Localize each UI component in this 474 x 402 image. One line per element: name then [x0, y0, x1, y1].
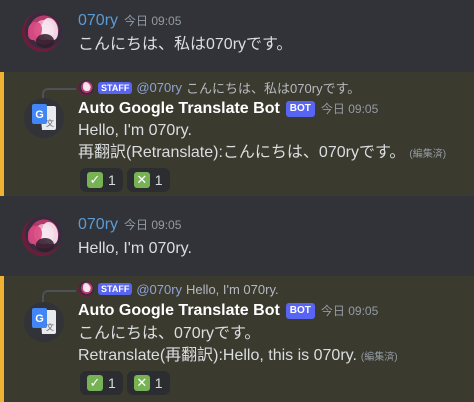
reply-text: Hello, I'm 070ry.: [186, 281, 279, 297]
check-mark-icon: ✓: [87, 375, 103, 391]
staff-badge: STAFF: [98, 283, 133, 295]
translation-text: こんにちは、070ryです。: [78, 325, 261, 342]
message-user-2: 070ry 今日 09:05 Hello, I'm 070ry.: [0, 204, 474, 274]
svg-text:文: 文: [46, 118, 54, 128]
bot-avatar[interactable]: G 文: [24, 98, 64, 138]
bot-badge: BOT: [285, 101, 315, 117]
message-text: こんにちは、私は070ryです。: [78, 36, 293, 53]
user-avatar[interactable]: [22, 216, 62, 256]
reaction-count: 1: [108, 172, 116, 188]
reaction-cross[interactable]: ✕ 1: [126, 371, 170, 395]
user-avatar[interactable]: [22, 12, 62, 52]
timestamp: 今日 09:05: [124, 14, 182, 28]
edited-label: (編集済): [360, 352, 398, 363]
reactions: ✓ 1 ✕ 1: [80, 168, 170, 192]
check-mark-icon: ✓: [87, 172, 103, 188]
message-bot-1: STAFF @070ry こんにちは、私は070ryです。 G 文 Auto G…: [0, 72, 474, 196]
author-name[interactable]: Auto Google Translate Bot: [78, 302, 280, 319]
reply-connector: [42, 290, 76, 302]
reaction-check[interactable]: ✓ 1: [80, 168, 123, 192]
edited-label: (編集済): [409, 149, 447, 160]
reaction-count: 1: [108, 375, 116, 391]
retranslate-line: 再翻訳(Retranslate):こんにちは、070ryです。: [78, 144, 406, 161]
author-name[interactable]: Auto Google Translate Bot: [78, 100, 280, 117]
reactions: ✓ 1 ✕ 1: [80, 371, 170, 395]
reply-preview[interactable]: STAFF @070ry こんにちは、私は070ryです。: [78, 78, 360, 97]
message-bot-2: STAFF @070ry Hello, I'm 070ry. G 文 Auto …: [0, 276, 474, 402]
cross-mark-icon: ✕: [133, 172, 150, 188]
svg-text:G: G: [35, 109, 44, 121]
author-name[interactable]: 070ry: [78, 216, 118, 233]
bot-badge: BOT: [285, 303, 315, 319]
timestamp: 今日 09:05: [320, 102, 379, 116]
timestamp: 今日 09:05: [124, 218, 182, 232]
svg-text:文: 文: [46, 322, 54, 332]
retranslate-line: Retranslate(再翻訳):Hello, this is 070ry.: [78, 347, 357, 364]
reply-avatar: [78, 79, 94, 96]
reaction-cross[interactable]: ✕ 1: [126, 168, 170, 192]
author-name[interactable]: 070ry: [78, 12, 118, 29]
message-text: Hello, I'm 070ry.: [78, 240, 192, 257]
cross-mark-icon: ✕: [133, 375, 150, 391]
reaction-count: 1: [154, 172, 163, 188]
staff-badge: STAFF: [98, 81, 133, 94]
message-user-1: 070ry 今日 09:05 こんにちは、私は070ryです。: [0, 0, 474, 70]
reply-mention[interactable]: @070ry: [136, 80, 182, 95]
svg-text:G: G: [35, 313, 44, 325]
reaction-check[interactable]: ✓ 1: [80, 371, 123, 395]
timestamp: 今日 09:05: [320, 304, 379, 318]
retranslate-text: 再翻訳(Retranslate):こんにちは、070ryです。 (編集済): [78, 142, 446, 166]
reply-preview[interactable]: STAFF @070ry Hello, I'm 070ry.: [78, 281, 279, 297]
translation-text: Hello, I'm 070ry.: [78, 122, 192, 139]
google-translate-icon: G 文: [32, 104, 56, 130]
bot-avatar[interactable]: G 文: [24, 302, 64, 342]
reply-avatar: [78, 281, 94, 297]
reply-mention[interactable]: @070ry: [136, 282, 182, 297]
reaction-count: 1: [154, 375, 163, 391]
reply-text: こんにちは、私は070ryです。: [186, 81, 361, 96]
retranslate-text: Retranslate(再翻訳):Hello, this is 070ry. (編…: [78, 345, 398, 369]
google-translate-icon: G 文: [32, 308, 56, 334]
